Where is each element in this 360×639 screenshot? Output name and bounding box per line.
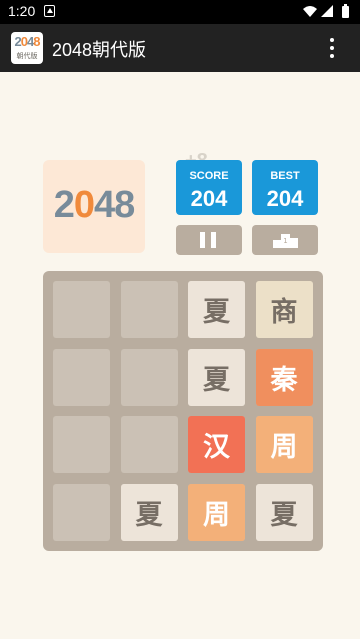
- board-tile: 周: [255, 416, 313, 473]
- game-board[interactable]: 夏商夏秦汉周夏周夏: [43, 271, 323, 551]
- overflow-menu-icon[interactable]: [326, 38, 338, 60]
- pause-icon: [200, 232, 216, 248]
- logo-digit: 0: [73, 184, 95, 226]
- logo-digit: 4: [94, 184, 115, 226]
- board-tile: 夏: [188, 348, 245, 406]
- board-tile: 夏: [255, 483, 313, 541]
- app-logo-icon: 2048 朝代版: [11, 32, 43, 64]
- logo-digit: 2: [53, 184, 75, 226]
- board-tile: 商: [255, 281, 313, 338]
- board-cell: [120, 416, 178, 473]
- board-tile: 夏: [120, 483, 178, 541]
- app-bar: 2048 朝代版 2048朝代版: [0, 24, 360, 72]
- status-time: 1:20: [8, 3, 36, 19]
- svg-text:1: 1: [283, 237, 287, 245]
- signal-icon: [321, 5, 333, 17]
- best-box: BEST 204: [252, 160, 318, 215]
- wifi-icon: [303, 6, 317, 17]
- notification-icon: [44, 5, 55, 17]
- board-cell: [53, 281, 110, 338]
- status-icons: [303, 4, 349, 18]
- board-cell: [53, 483, 110, 541]
- best-label: BEST: [270, 170, 300, 182]
- board-cell: [53, 348, 110, 406]
- score-value: 204: [190, 186, 228, 211]
- app-logo-caption: 朝代版: [16, 52, 38, 60]
- podium-icon: 1: [273, 234, 298, 248]
- board-cell: [120, 348, 178, 406]
- battery-icon: [342, 6, 349, 18]
- board-cell: [120, 281, 178, 338]
- board-tile: 夏: [188, 281, 245, 338]
- logo-digit: 8: [114, 184, 135, 226]
- status-bar: 1:20: [0, 0, 360, 24]
- board-tile: 秦: [255, 348, 313, 406]
- best-value: 204: [266, 186, 304, 211]
- board-tile: 周: [188, 483, 245, 541]
- app-title: 2048朝代版: [52, 40, 147, 60]
- score-label: SCORE: [189, 170, 229, 182]
- board-tile: 汉: [188, 416, 245, 473]
- board-cell: [53, 416, 110, 473]
- game-logo: 2048: [43, 160, 145, 253]
- score-box: SCORE 204: [176, 160, 242, 215]
- leaderboard-button[interactable]: 1: [252, 225, 318, 255]
- pause-button[interactable]: [176, 225, 242, 255]
